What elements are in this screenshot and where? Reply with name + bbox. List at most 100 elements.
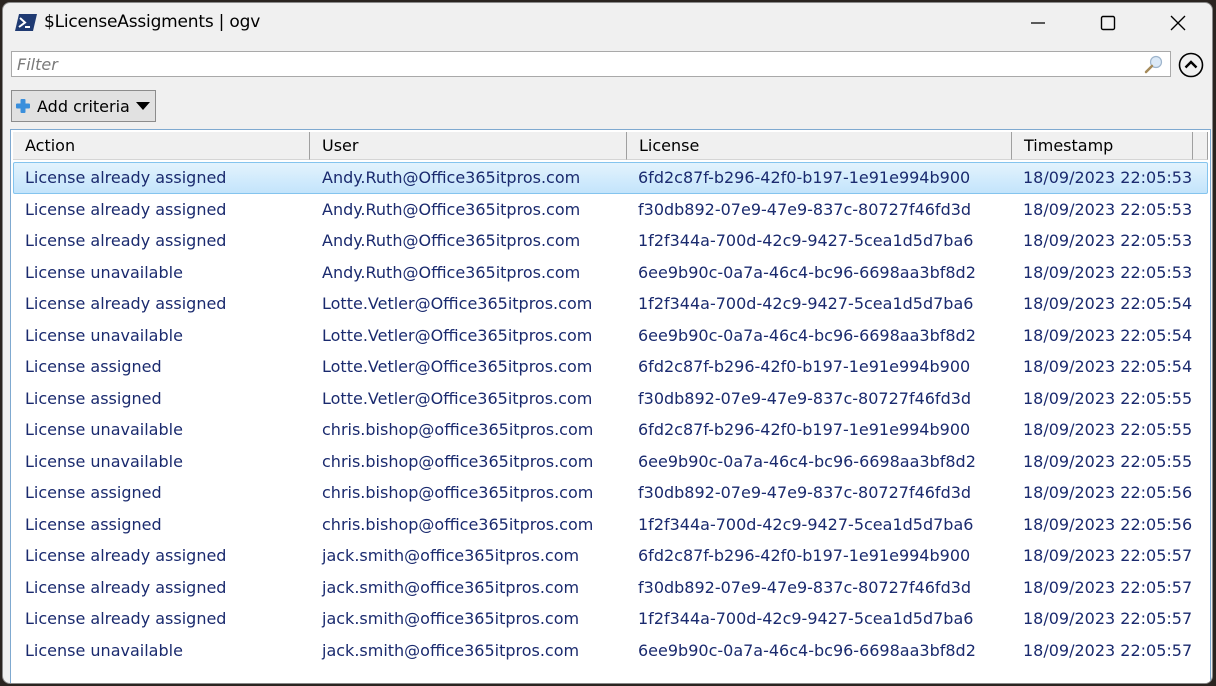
maximize-icon	[1100, 15, 1116, 31]
table-body: License already assigned Andy.Ruth@Office…	[13, 162, 1208, 666]
table-row[interactable]: License already assigned Andy.Ruth@Office…	[13, 194, 1208, 226]
cell-timestamp: 18/09/2023 22:05:53	[1023, 199, 1193, 219]
cell-action: License already assigned	[25, 231, 227, 251]
cell-user: chris.bishop@office365itpros.com	[322, 483, 594, 503]
cell-timestamp: 18/09/2023 22:05:55	[1023, 420, 1193, 440]
cell-user: chris.bishop@office365itpros.com	[322, 514, 594, 534]
cell-timestamp: 18/09/2023 22:05:55	[1023, 388, 1193, 408]
cell-license: 6fd2c87f-b296-42f0-b197-1e91e994b900	[638, 357, 971, 377]
cell-user: jack.smith@office365itpros.com	[322, 640, 580, 660]
table-row[interactable]: License assigned chris.bishop@office365it…	[13, 509, 1208, 541]
filter-box	[11, 51, 1171, 77]
cell-action: License already assigned	[25, 294, 227, 314]
cell-license: 6ee9b90c-0a7a-46c4-bc96-6698aa3bf8d2	[638, 640, 976, 660]
cell-action: License already assigned	[25, 546, 227, 566]
cell-user: jack.smith@office365itpros.com	[322, 577, 580, 597]
table-row[interactable]: License unavailable chris.bishop@office36…	[13, 414, 1208, 446]
column-header-action[interactable]: Action	[13, 132, 310, 160]
cell-action: License already assigned	[25, 168, 227, 188]
cell-timestamp: 18/09/2023 22:05:57	[1023, 609, 1193, 629]
cell-timestamp: 18/09/2023 22:05:57	[1023, 546, 1193, 566]
cell-timestamp: 18/09/2023 22:05:54	[1023, 357, 1193, 377]
chevron-up-circle-icon[interactable]	[1178, 52, 1204, 78]
cell-license: f30db892-07e9-47e9-837c-80727f46fd3d	[638, 199, 972, 219]
cell-user: Andy.Ruth@Office365itpros.com	[322, 199, 581, 219]
table-row[interactable]: License already assigned jack.smith@offic…	[13, 603, 1208, 635]
cell-action: License unavailable	[25, 640, 183, 660]
cell-license: 1f2f344a-700d-42c9-9427-5cea1d5d7ba6	[638, 514, 974, 534]
column-header-license[interactable]: License	[627, 132, 1012, 160]
close-icon	[1170, 15, 1186, 31]
close-button[interactable]	[1155, 3, 1201, 43]
cell-timestamp: 18/09/2023 22:05:56	[1023, 514, 1193, 534]
cell-license: 1f2f344a-700d-42c9-9427-5cea1d5d7ba6	[638, 294, 974, 314]
cell-user: Andy.Ruth@Office365itpros.com	[322, 231, 581, 251]
table-row[interactable]: License already assigned jack.smith@offic…	[13, 572, 1208, 604]
column-header-row: Action User License Timestamp	[13, 132, 1208, 160]
cell-timestamp: 18/09/2023 22:05:54	[1023, 325, 1193, 345]
table-row[interactable]: License unavailable Lotte.Vetler@Office36…	[13, 320, 1208, 352]
cell-action: License unavailable	[25, 451, 183, 471]
cell-user: Lotte.Vetler@Office365itpros.com	[322, 388, 593, 408]
column-header-timestamp[interactable]: Timestamp	[1012, 132, 1193, 160]
cell-license: 6fd2c87f-b296-42f0-b197-1e91e994b900	[638, 546, 971, 566]
table-row[interactable]: License assigned chris.bishop@office365it…	[13, 477, 1208, 509]
table-row[interactable]: License unavailable jack.smith@office365i…	[13, 635, 1208, 667]
cell-license: 6ee9b90c-0a7a-46c4-bc96-6698aa3bf8d2	[638, 451, 976, 471]
cell-action: License assigned	[25, 388, 162, 408]
cell-user: jack.smith@office365itpros.com	[322, 609, 580, 629]
cell-timestamp: 18/09/2023 22:05:53	[1023, 168, 1193, 188]
cell-license: 1f2f344a-700d-42c9-9427-5cea1d5d7ba6	[638, 609, 974, 629]
cell-action: License already assigned	[25, 199, 227, 219]
cell-license: 6fd2c87f-b296-42f0-b197-1e91e994b900	[638, 168, 971, 188]
cell-action: License unavailable	[25, 262, 183, 282]
cell-action: License already assigned	[25, 609, 227, 629]
table-row[interactable]: License unavailable Andy.Ruth@Office365it…	[13, 257, 1208, 289]
column-header-user[interactable]: User	[310, 132, 627, 160]
cell-license: f30db892-07e9-47e9-837c-80727f46fd3d	[638, 483, 972, 503]
cell-license: 6ee9b90c-0a7a-46c4-bc96-6698aa3bf8d2	[638, 325, 976, 345]
minimize-button[interactable]	[1015, 3, 1061, 43]
cell-user: jack.smith@office365itpros.com	[322, 546, 580, 566]
table-row[interactable]: License unavailable chris.bishop@office36…	[13, 446, 1208, 478]
cell-timestamp: 18/09/2023 22:05:57	[1023, 577, 1193, 597]
title-bar[interactable]: $LicenseAssigments | ogv	[3, 3, 1212, 43]
column-header-filler	[1193, 132, 1208, 160]
cell-action: License already assigned	[25, 577, 227, 597]
results-grid: Action User License Timestamp License al…	[10, 129, 1211, 683]
table-row[interactable]: License assigned Lotte.Vetler@Office365it…	[13, 351, 1208, 383]
cell-timestamp: 18/09/2023 22:05:57	[1023, 640, 1193, 660]
cell-license: f30db892-07e9-47e9-837c-80727f46fd3d	[638, 388, 972, 408]
maximize-button[interactable]	[1085, 3, 1131, 43]
table-row[interactable]: License assigned Lotte.Vetler@Office365it…	[13, 383, 1208, 415]
window-title: $LicenseAssigments | ogv	[44, 12, 261, 32]
ogv-window: $LicenseAssigments | ogv Add criteria A	[2, 2, 1213, 684]
cell-user: Lotte.Vetler@Office365itpros.com	[322, 325, 593, 345]
table-row[interactable]: License already assigned Lotte.Vetler@Off…	[13, 288, 1208, 320]
table-row[interactable]: License already assigned jack.smith@offic…	[13, 540, 1208, 572]
table-row[interactable]: License already assigned Andy.Ruth@Office…	[13, 162, 1208, 194]
cell-license: 6ee9b90c-0a7a-46c4-bc96-6698aa3bf8d2	[638, 262, 976, 282]
minimize-icon	[1031, 22, 1045, 24]
cell-action: License unavailable	[25, 325, 183, 345]
cell-license: 6fd2c87f-b296-42f0-b197-1e91e994b900	[638, 420, 971, 440]
search-icon[interactable]	[1144, 54, 1164, 74]
add-criteria-button[interactable]: Add criteria	[11, 90, 156, 122]
cell-action: License assigned	[25, 483, 162, 503]
cell-user: Andy.Ruth@Office365itpros.com	[322, 262, 581, 282]
cell-timestamp: 18/09/2023 22:05:54	[1023, 294, 1193, 314]
cell-license: 1f2f344a-700d-42c9-9427-5cea1d5d7ba6	[638, 231, 974, 251]
cell-action: License assigned	[25, 514, 162, 534]
cell-user: Lotte.Vetler@Office365itpros.com	[322, 294, 593, 314]
add-criteria-label: Add criteria	[37, 96, 130, 116]
dropdown-caret-icon	[135, 102, 150, 110]
plus-icon	[16, 99, 30, 113]
powershell-icon	[15, 14, 37, 31]
table-row[interactable]: License already assigned Andy.Ruth@Office…	[13, 225, 1208, 257]
cell-license: f30db892-07e9-47e9-837c-80727f46fd3d	[638, 577, 972, 597]
cell-timestamp: 18/09/2023 22:05:55	[1023, 451, 1193, 471]
cell-user: chris.bishop@office365itpros.com	[322, 451, 594, 471]
cell-timestamp: 18/09/2023 22:05:56	[1023, 483, 1193, 503]
filter-input[interactable]	[12, 52, 1132, 76]
cell-user: Lotte.Vetler@Office365itpros.com	[322, 357, 593, 377]
